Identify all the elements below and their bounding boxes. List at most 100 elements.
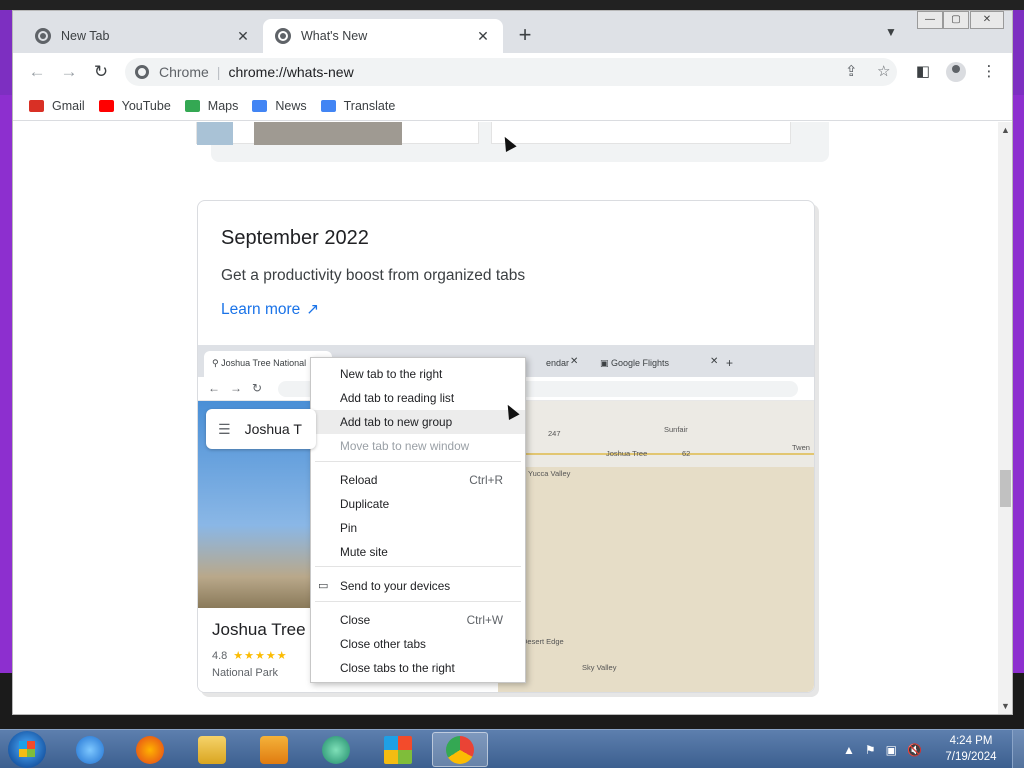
menu-item-reload[interactable]: Reload Ctrl+R — [311, 468, 525, 492]
share-icon[interactable]: ⇪ — [845, 62, 858, 80]
menu-item-label: Add tab to reading list — [340, 391, 455, 405]
card-date: September 2022 — [221, 227, 369, 249]
omnibox-url: chrome://whats-new — [228, 64, 354, 80]
bookmark-star-icon[interactable]: ☆ — [877, 62, 890, 80]
menu-item-send-devices[interactable]: ▭ Send to your devices — [311, 574, 525, 598]
menu-item-new-tab-right[interactable]: New tab to the right — [311, 362, 525, 386]
external-arrow-icon: ↗ — [306, 301, 320, 318]
learn-more-link[interactable]: Learn more ↗ — [221, 300, 319, 319]
bookmark-news[interactable]: News — [252, 98, 307, 113]
minimize-button[interactable]: — — [917, 11, 943, 29]
menu-item-new-group[interactable]: Add tab to new group — [311, 410, 525, 434]
previous-card — [196, 122, 829, 162]
bookmark-translate[interactable]: Translate — [320, 98, 396, 113]
card-subtitle: Get a productivity boost from organized … — [221, 267, 526, 284]
translate-icon — [320, 99, 336, 112]
omnibox-separator: | — [216, 64, 221, 80]
tab-new-tab[interactable]: New Tab ✕ — [23, 19, 263, 53]
scroll-down-icon[interactable]: ▼ — [1001, 701, 1010, 711]
forward-icon[interactable]: → — [57, 60, 81, 84]
profile-avatar-icon[interactable] — [946, 62, 966, 82]
close-tab-icon[interactable]: ✕ — [235, 28, 251, 45]
bookmark-youtube[interactable]: YouTube — [98, 99, 171, 113]
flag-icon[interactable]: ⚑ — [865, 743, 876, 757]
more-menu-icon[interactable]: ⋮ — [979, 62, 999, 82]
chrome-icon — [135, 65, 149, 79]
feature-screenshot: ⚲ Joshua Tree National endar ✕ ▣ Google … — [198, 345, 814, 692]
menu-item-label: Reload — [340, 473, 378, 487]
start-button[interactable] — [8, 731, 46, 768]
menu-item-close-other[interactable]: Close other tabs — [311, 632, 525, 656]
close-window-button[interactable]: ✕ — [970, 11, 1004, 29]
maps-icon — [184, 99, 200, 112]
bookmark-maps[interactable]: Maps — [184, 99, 238, 113]
volume-muted-icon[interactable]: 🔇 — [907, 743, 922, 757]
tab-context-menu: New tab to the right Add tab to reading … — [310, 357, 526, 683]
mini-tab-label: Joshua Tree National — [221, 358, 307, 368]
hamburger-icon: ☰ — [218, 420, 231, 437]
rating-value: 4.8 — [212, 650, 228, 662]
bookmark-label: Gmail — [52, 98, 85, 113]
place-type: National Park — [212, 667, 279, 679]
side-panel-icon[interactable]: ◧ — [913, 62, 933, 82]
bookmark-gmail[interactable]: Gmail — [29, 99, 85, 113]
map-label: 62 — [682, 449, 691, 458]
chrome-window: New Tab ✕ What's New ✕ + ▼ — ▢ ✕ ← → ↻ C… — [12, 10, 1013, 715]
menu-item-duplicate[interactable]: Duplicate — [311, 492, 525, 516]
windows-taskbar: ▲ ⚑ ▣ 🔇 4:24 PM 7/19/2024 — [0, 729, 1024, 768]
internet-explorer-icon[interactable] — [62, 732, 118, 767]
bookmark-label: Translate — [343, 98, 396, 113]
place-rating: 4.8 ★★★★★ — [212, 649, 288, 662]
map-road — [498, 453, 814, 455]
vertical-scrollbar[interactable]: ▲ ▼ — [998, 122, 1012, 714]
scroll-thumb[interactable] — [1000, 470, 1011, 507]
system-clock[interactable]: 4:24 PM 7/19/2024 — [938, 733, 1004, 765]
firefox-icon[interactable] — [122, 732, 178, 767]
menu-item-label: Close other tabs — [340, 637, 426, 651]
page-content: September 2022 Get a productivity boost … — [13, 122, 998, 714]
menu-item-reading-list[interactable]: Add tab to reading list — [311, 386, 525, 410]
show-desktop-button[interactable] — [1012, 730, 1024, 768]
news-icon — [252, 99, 268, 112]
tray-expand-icon[interactable]: ▲ — [843, 743, 855, 757]
close-tab-icon[interactable]: ✕ — [475, 28, 491, 45]
tab-label: New Tab — [61, 29, 110, 43]
menu-item-pin[interactable]: Pin — [311, 516, 525, 540]
menu-item-label: Pin — [340, 521, 358, 535]
menu-item-mute-site[interactable]: Mute site — [311, 540, 525, 564]
network-icon[interactable]: ▣ — [886, 743, 897, 757]
menu-item-move-window: Move tab to new window — [311, 434, 525, 458]
tab-whats-new[interactable]: What's New ✕ — [263, 19, 503, 53]
menu-item-close[interactable]: Close Ctrl+W — [311, 608, 525, 632]
file-explorer-icon[interactable] — [184, 732, 240, 767]
system-tray: ▲ ⚑ ▣ 🔇 — [843, 730, 932, 768]
maximize-button[interactable]: ▢ — [943, 11, 969, 29]
mini-tab: ▣ Google Flights — [600, 358, 670, 368]
desktop-top-edge — [0, 0, 1024, 10]
address-bar[interactable]: Chrome | chrome://whats-new ⇪ ☆ — [125, 58, 897, 86]
mini-tab: endar — [546, 358, 570, 368]
menu-item-close-right[interactable]: Close tabs to the right — [311, 656, 525, 680]
chrome-icon — [275, 28, 291, 44]
app-green-icon[interactable] — [308, 732, 364, 767]
map-label: Joshua Tree — [606, 449, 648, 458]
feature-card: September 2022 Get a productivity boost … — [197, 200, 815, 693]
mini-plus-icon: + — [726, 356, 734, 370]
tab-search-icon[interactable]: ▼ — [885, 25, 897, 39]
scroll-up-icon[interactable]: ▲ — [1001, 125, 1010, 135]
gmail-icon — [29, 99, 44, 112]
media-player-icon[interactable] — [246, 732, 302, 767]
desktop-right-edge — [1012, 95, 1024, 673]
menu-item-label: Close tabs to the right — [340, 661, 455, 675]
menu-separator — [315, 566, 521, 567]
menu-item-label: Duplicate — [340, 497, 390, 511]
clock-time: 4:24 PM — [949, 735, 993, 747]
windows-logo-icon[interactable] — [370, 732, 426, 767]
omnibox-site: Chrome — [159, 64, 209, 80]
new-tab-button[interactable]: + — [513, 23, 537, 47]
reload-icon[interactable]: ↻ — [89, 60, 113, 84]
mini-search-box: ☰ Joshua T — [206, 409, 316, 449]
chrome-taskbar-icon[interactable] — [432, 732, 488, 767]
bookmark-label: News — [275, 98, 307, 113]
back-icon[interactable]: ← — [25, 60, 49, 84]
